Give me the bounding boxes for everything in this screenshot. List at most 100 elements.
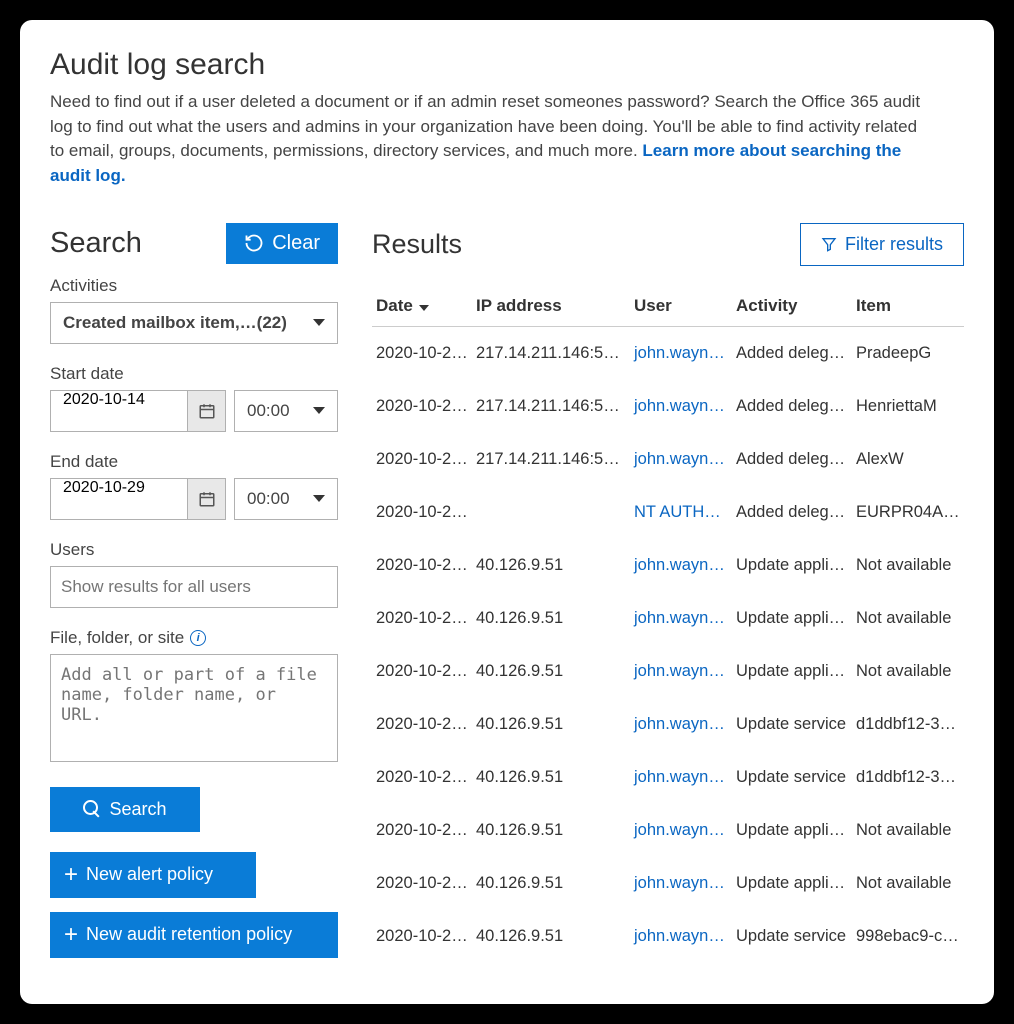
cell-date: 2020-10-28… [372, 857, 472, 910]
cell-ip: 217.14.211.146:56058 [472, 433, 630, 486]
cell-user[interactable]: john.wayne@ [630, 326, 732, 380]
new-retention-label: New audit retention policy [86, 924, 292, 945]
cell-ip [472, 486, 630, 539]
results-heading: Results [372, 229, 462, 260]
cell-ip: 217.14.211.146:56058 [472, 380, 630, 433]
end-date-label: End date [50, 452, 338, 472]
table-row[interactable]: 2020-10-28…40.126.9.51john.wayne@Update … [372, 804, 964, 857]
table-row[interactable]: 2020-10-28…40.126.9.51john.wayne@Update … [372, 645, 964, 698]
cell-ip: 217.14.211.146:56058 [472, 326, 630, 380]
cell-activity: Added delegated [732, 326, 852, 380]
search-heading: Search [50, 227, 142, 260]
cell-user[interactable]: john.wayne@ [630, 645, 732, 698]
cell-activity: Update applicati [732, 539, 852, 592]
cell-date: 2020-10-28… [372, 326, 472, 380]
clear-button[interactable]: Clear [226, 223, 338, 264]
new-retention-policy-button[interactable]: + New audit retention policy [50, 912, 338, 958]
cell-item: Not available [852, 857, 964, 910]
table-row[interactable]: 2020-10-28…217.14.211.146:56058john.wayn… [372, 380, 964, 433]
cell-date: 2020-10-28… [372, 910, 472, 963]
end-date-input[interactable]: 2020-10-29 [50, 478, 226, 520]
chevron-down-icon [313, 495, 325, 502]
cell-user[interactable]: john.wayne@ [630, 380, 732, 433]
cell-user[interactable]: john.wayne@ [630, 698, 732, 751]
table-row[interactable]: 2020-10-28…40.126.9.51john.wayne@Update … [372, 910, 964, 963]
activities-select[interactable]: Created mailbox item,…(22) [50, 302, 338, 344]
start-date-input[interactable]: 2020-10-14 [50, 390, 226, 432]
cell-ip: 40.126.9.51 [472, 539, 630, 592]
start-date-label: Start date [50, 364, 338, 384]
cell-activity: Update applicati [732, 592, 852, 645]
plus-icon: + [64, 863, 78, 887]
cell-item: d1ddbf12-349f-4 [852, 698, 964, 751]
col-date[interactable]: Date [372, 286, 472, 327]
col-ip[interactable]: IP address [472, 286, 630, 327]
cell-activity: Added delegated [732, 486, 852, 539]
table-row[interactable]: 2020-10-28…NT AUTHORITAdded delegatedEUR… [372, 486, 964, 539]
cell-activity: Update service [732, 751, 852, 804]
cell-user[interactable]: NT AUTHORIT [630, 486, 732, 539]
cell-date: 2020-10-28… [372, 804, 472, 857]
calendar-icon[interactable] [187, 391, 225, 431]
calendar-icon[interactable] [187, 479, 225, 519]
clear-label: Clear [272, 232, 320, 255]
col-item[interactable]: Item [852, 286, 964, 327]
table-row[interactable]: 2020-10-28…40.126.9.51john.wayne@Update … [372, 857, 964, 910]
cell-user[interactable]: john.wayne@ [630, 592, 732, 645]
filter-button-label: Filter results [845, 234, 943, 255]
undo-icon [244, 233, 264, 253]
cell-ip: 40.126.9.51 [472, 751, 630, 804]
table-row[interactable]: 2020-10-28…217.14.211.146:56058john.wayn… [372, 433, 964, 486]
cell-date: 2020-10-28… [372, 539, 472, 592]
cell-item: Not available [852, 645, 964, 698]
info-icon[interactable]: i [190, 630, 206, 646]
results-panel: Results Filter results Date IP address U… [372, 223, 964, 963]
cell-ip: 40.126.9.51 [472, 910, 630, 963]
plus-icon: + [64, 923, 78, 947]
cell-date: 2020-10-28… [372, 380, 472, 433]
cell-activity: Update applicati [732, 645, 852, 698]
new-alert-policy-button[interactable]: + New alert policy [50, 852, 256, 898]
filter-icon [821, 236, 837, 252]
chevron-down-icon [313, 407, 325, 414]
cell-activity: Update applicati [732, 804, 852, 857]
cell-ip: 40.126.9.51 [472, 698, 630, 751]
search-button[interactable]: Search [50, 787, 200, 832]
activities-label: Activities [50, 276, 338, 296]
start-time-value: 00:00 [247, 401, 290, 421]
cell-activity: Update service [732, 698, 852, 751]
end-date-value: 2020-10-29 [51, 479, 187, 519]
users-input[interactable] [50, 566, 338, 608]
cell-activity: Added delegated [732, 380, 852, 433]
cell-ip: 40.126.9.51 [472, 857, 630, 910]
cell-date: 2020-10-28… [372, 433, 472, 486]
cell-activity: Added delegated [732, 433, 852, 486]
users-label: Users [50, 540, 338, 560]
cell-item: PradeepG [852, 326, 964, 380]
end-time-select[interactable]: 00:00 [234, 478, 338, 520]
cell-user[interactable]: john.wayne@ [630, 751, 732, 804]
filter-results-button[interactable]: Filter results [800, 223, 964, 266]
cell-date: 2020-10-28… [372, 592, 472, 645]
file-input[interactable] [50, 654, 338, 762]
cell-item: 998ebac9-c1b9- [852, 910, 964, 963]
cell-user[interactable]: john.wayne@ [630, 539, 732, 592]
cell-date: 2020-10-28… [372, 698, 472, 751]
table-row[interactable]: 2020-10-28…40.126.9.51john.wayne@Update … [372, 698, 964, 751]
col-user[interactable]: User [630, 286, 732, 327]
start-time-select[interactable]: 00:00 [234, 390, 338, 432]
cell-user[interactable]: john.wayne@ [630, 857, 732, 910]
table-row[interactable]: 2020-10-28…217.14.211.146:56058john.wayn… [372, 326, 964, 380]
file-label: File, folder, or site i [50, 628, 338, 648]
table-row[interactable]: 2020-10-28…40.126.9.51john.wayne@Update … [372, 539, 964, 592]
search-icon [83, 800, 101, 818]
cell-item: Not available [852, 539, 964, 592]
cell-user[interactable]: john.wayne@ [630, 910, 732, 963]
results-table: Date IP address User Activity Item 2020-… [372, 286, 964, 963]
cell-user[interactable]: john.wayne@ [630, 804, 732, 857]
page-title: Audit log search [50, 48, 964, 82]
table-row[interactable]: 2020-10-28…40.126.9.51john.wayne@Update … [372, 592, 964, 645]
table-row[interactable]: 2020-10-28…40.126.9.51john.wayne@Update … [372, 751, 964, 804]
cell-user[interactable]: john.wayne@ [630, 433, 732, 486]
col-activity[interactable]: Activity [732, 286, 852, 327]
